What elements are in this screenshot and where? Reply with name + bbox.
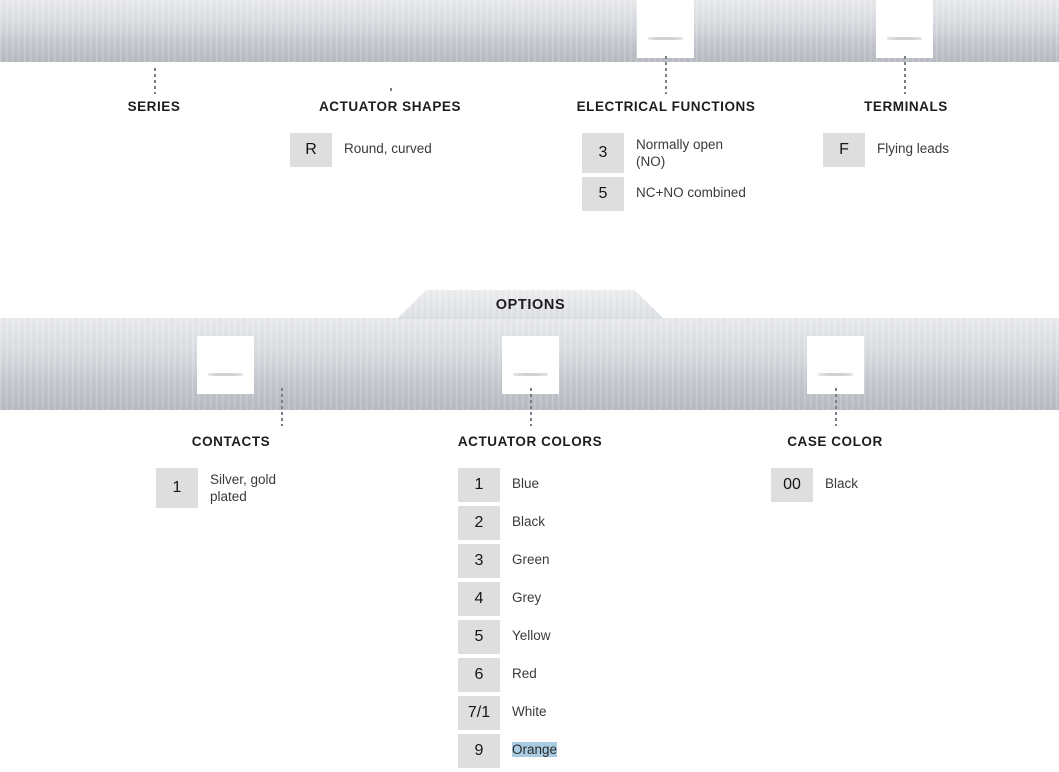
column-contacts: CONTACTS 1 Silver, gold plated xyxy=(131,434,331,512)
options-banner: OPTIONS xyxy=(397,290,664,319)
option-desc: Normally open (NO) xyxy=(636,137,724,169)
column-title-terminals: TERMINALS xyxy=(864,99,948,114)
option-row[interactable]: 5 NC+NO combined xyxy=(582,177,796,211)
column-title-case-color: CASE COLOR xyxy=(787,434,883,449)
product-photo-contacts xyxy=(197,336,254,394)
column-title-actuator-shapes: ACTUATOR SHAPES xyxy=(318,99,461,114)
option-code: 1 xyxy=(458,468,500,502)
option-row[interactable]: 1 Blue xyxy=(458,468,630,502)
product-photo-case-color xyxy=(807,336,864,394)
option-row[interactable]: 2 Black xyxy=(458,506,630,540)
option-code: 5 xyxy=(582,177,624,211)
option-desc: Grey xyxy=(512,590,542,605)
option-row[interactable]: 00 Black xyxy=(771,468,935,502)
option-code: 3 xyxy=(458,544,500,578)
option-code: 9 xyxy=(458,734,500,768)
column-terminals: TERMINALS F Flying leads xyxy=(806,99,1006,171)
option-desc: NC+NO combined xyxy=(636,185,746,200)
option-code: F xyxy=(823,133,865,167)
option-row[interactable]: R Round, curved xyxy=(290,133,490,167)
option-desc: Green xyxy=(512,552,550,567)
connector-electrical-functions xyxy=(665,56,667,94)
option-list-electrical-functions: 3 Normally open (NO) 5 NC+NO combined xyxy=(582,133,796,211)
selected-text-highlight: Orange xyxy=(512,742,558,757)
option-list-actuator-shapes: R Round, curved xyxy=(290,133,490,167)
option-code: 6 xyxy=(458,658,500,692)
option-desc: Yellow xyxy=(512,628,551,643)
column-title-electrical-functions: ELECTRICAL FUNCTIONS xyxy=(576,99,756,114)
product-photo-terminals xyxy=(876,0,933,58)
option-desc: Black xyxy=(512,514,546,529)
option-desc: Red xyxy=(512,666,537,681)
column-series: SERIES xyxy=(54,99,254,133)
option-code: 2 xyxy=(458,506,500,540)
option-code: 3 xyxy=(582,133,624,173)
option-desc: Flying leads xyxy=(877,141,950,156)
option-list-contacts: 1 Silver, gold plated xyxy=(156,468,331,508)
option-row[interactable]: 1 Silver, gold plated xyxy=(156,468,331,508)
connector-case-color xyxy=(835,388,837,426)
product-photo-electrical-functions xyxy=(637,0,694,58)
photo-rule xyxy=(512,372,549,376)
connector-contacts xyxy=(281,388,283,426)
options-banner-label: OPTIONS xyxy=(495,296,566,313)
option-desc: Blue xyxy=(512,476,540,491)
option-code: 1 xyxy=(156,468,198,508)
column-title-actuator-colors: ACTUATOR COLORS xyxy=(457,434,603,449)
option-code: 5 xyxy=(458,620,500,654)
product-photo-actuator-colors xyxy=(502,336,559,394)
option-desc: Round, curved xyxy=(344,141,432,156)
option-code: 7/1 xyxy=(458,696,500,730)
column-actuator-colors: ACTUATOR COLORS 1 Blue 2 Black 3 Green 4… xyxy=(430,434,630,772)
option-desc: Black xyxy=(825,476,859,491)
option-desc: Silver, gold plated xyxy=(210,472,277,504)
column-title-contacts: CONTACTS xyxy=(191,434,271,449)
column-electrical-functions: ELECTRICAL FUNCTIONS 3 Normally open (NO… xyxy=(566,99,796,215)
photo-rule xyxy=(886,36,923,40)
option-list-terminals: F Flying leads xyxy=(823,133,1006,167)
option-row[interactable]: 3 Green xyxy=(458,544,630,578)
connector-actuator-colors xyxy=(530,388,532,426)
column-case-color: CASE COLOR 00 Black xyxy=(735,434,935,506)
option-row[interactable]: 7/1 White xyxy=(458,696,630,730)
option-desc-selected[interactable]: Orange xyxy=(500,734,558,758)
option-row[interactable]: 5 Yellow xyxy=(458,620,630,654)
column-title-series: SERIES xyxy=(127,99,181,114)
option-row[interactable]: 3 Normally open (NO) xyxy=(582,133,796,173)
connector-series xyxy=(154,68,156,94)
option-list-actuator-colors: 1 Blue 2 Black 3 Green 4 Grey 5 Yellow 6… xyxy=(458,468,630,768)
option-row[interactable]: F Flying leads xyxy=(823,133,1006,167)
option-code: R xyxy=(290,133,332,167)
option-desc: White xyxy=(512,704,547,719)
option-code: 00 xyxy=(771,468,813,502)
photo-rule xyxy=(207,372,244,376)
column-actuator-shapes: ACTUATOR SHAPES R Round, curved xyxy=(290,99,490,171)
connector-terminals xyxy=(904,56,906,94)
option-row[interactable]: 4 Grey xyxy=(458,582,630,616)
photo-rule xyxy=(647,36,684,40)
option-code: 4 xyxy=(458,582,500,616)
option-list-case-color: 00 Black xyxy=(771,468,935,502)
photo-rule xyxy=(817,372,854,376)
option-row[interactable]: 9 Orange xyxy=(458,734,630,768)
option-row[interactable]: 6 Red xyxy=(458,658,630,692)
connector-actuator-shapes xyxy=(390,88,392,92)
